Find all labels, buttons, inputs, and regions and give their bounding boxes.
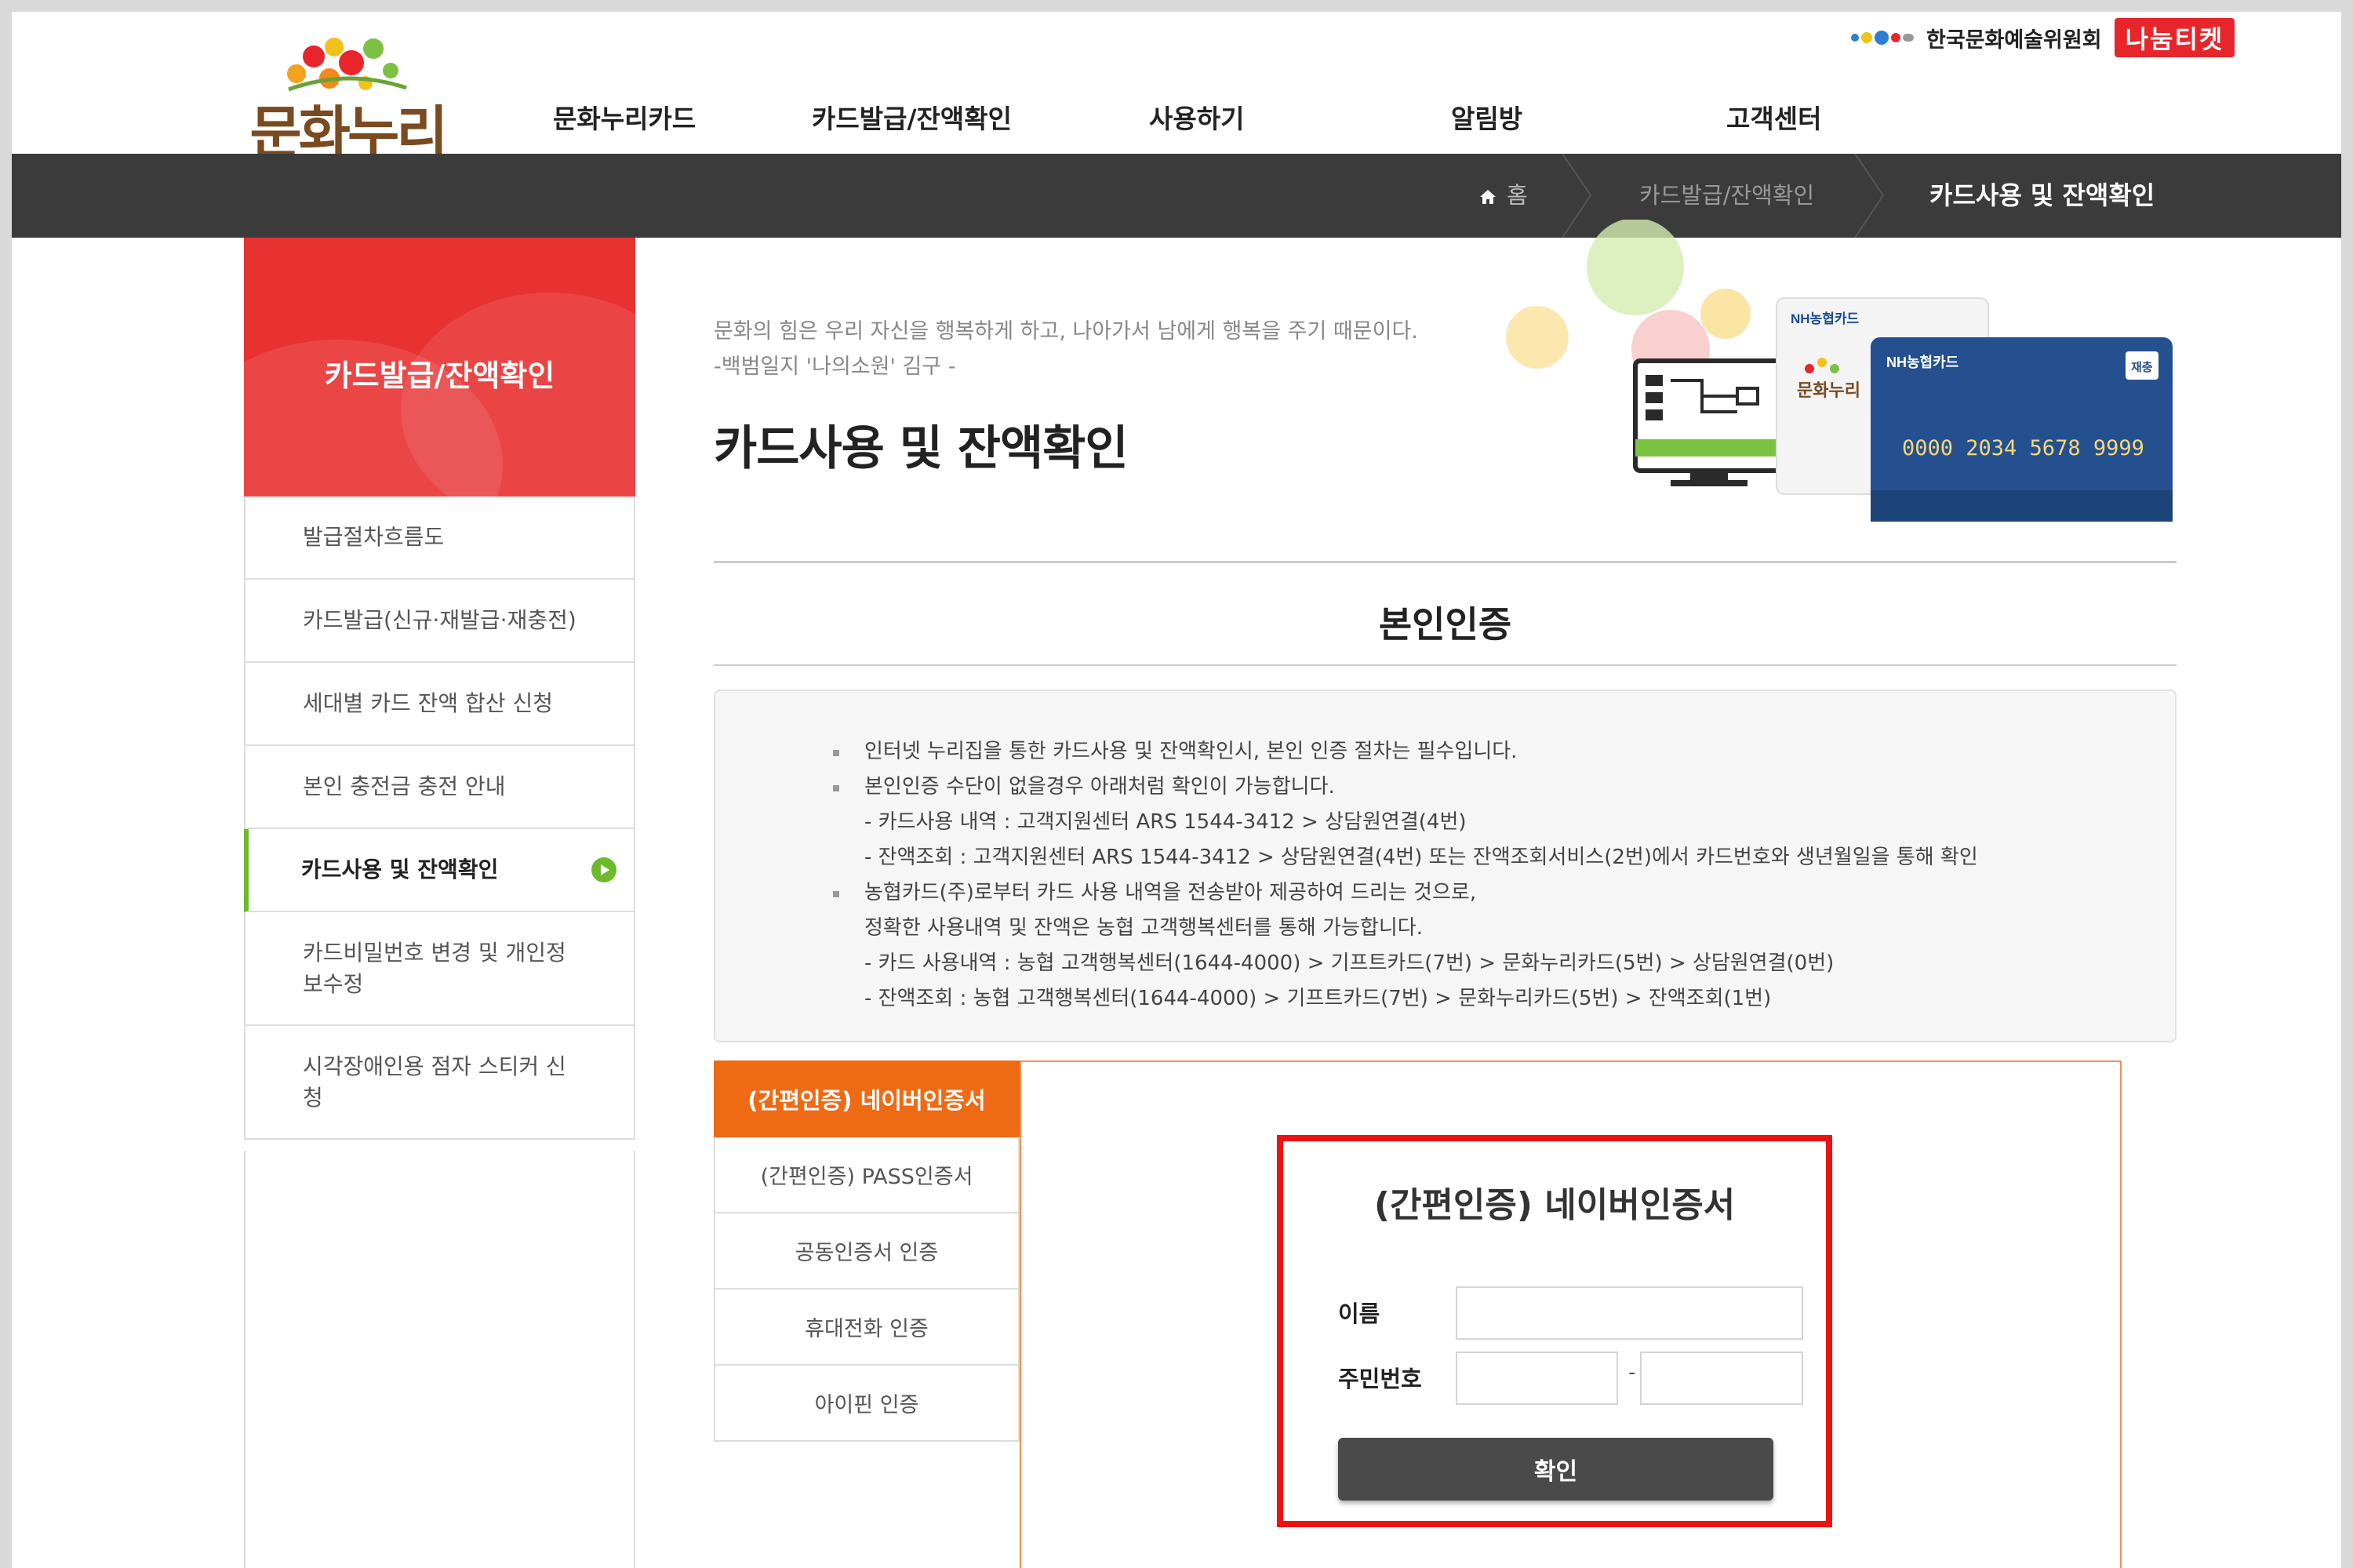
- card-brand: NH농협카드: [1886, 354, 1958, 370]
- bullet-icon: [833, 891, 839, 897]
- page: 문화누리 문화누리카드 카드발급/잔액확인 사용하기 알림방 고객센터 한국문화…: [12, 12, 2341, 1568]
- auth-method-tabs: (간편인증) 네이버인증서 (간편인증) PASS인증서 공동인증서 인증 휴대…: [714, 1060, 1020, 1442]
- sidebar-item-label: 카드발급(신규·재발급·재충전): [303, 607, 576, 633]
- home-icon[interactable]: [1478, 154, 1497, 238]
- divider: [714, 664, 2177, 666]
- sidebar-item-label: 시각장애인용 점자 스티커 신청: [303, 1053, 566, 1111]
- sidebar-item-label: 카드사용 및 잔액확인: [301, 857, 499, 882]
- bullet-icon: [833, 750, 839, 756]
- logo-fruit-icon: [287, 38, 407, 92]
- notice-line: - 카드사용 내역 : 고객지원센터 ARS 1544-3412 > 상담원연결…: [864, 810, 1467, 834]
- tab-joint-cert[interactable]: 공동인증서 인증: [714, 1213, 1020, 1290]
- notice-line: 인터넷 누리집을 통한 카드사용 및 잔액확인시, 본인 인증 절차는 필수입니…: [864, 740, 1518, 763]
- arts-council-logo-icon[interactable]: [1851, 31, 1914, 45]
- card-back-brand: NH농협카드: [1791, 311, 1859, 326]
- rrn-label: 주민번호: [1338, 1366, 1422, 1392]
- arrow-right-icon: [591, 857, 616, 882]
- sidebar-item-card-issue[interactable]: 카드발급(신규·재발급·재충전): [245, 580, 634, 663]
- card-tag: 재충: [2131, 360, 2153, 374]
- quote-text: 문화의 힘은 우리 자신을 행복하게 하고, 나아가서 남에게 행복을 주기 때…: [714, 319, 1418, 344]
- notice-line: - 잔액조회 : 고객지원센터 ARS 1544-3412 > 상담원연결(4번…: [864, 846, 1978, 869]
- sidebar-item-password-change[interactable]: 카드비밀번호 변경 및 개인정보수정: [245, 912, 634, 1026]
- nav-munhwanuri-card[interactable]: 문화누리카드: [553, 98, 696, 136]
- notice-line: 농협카드(주)로부터 카드 사용 내역을 전송받아 제공하여 드리는 것으로,: [864, 881, 1477, 904]
- tab-mobile-auth[interactable]: 휴대전화 인증: [714, 1290, 1020, 1366]
- section-title: 본인인증: [1378, 603, 1512, 646]
- tab-pass-cert[interactable]: (간편인증) PASS인증서: [714, 1137, 1020, 1213]
- naver-cert-form: (간편인증) 네이버인증서 이름 주민번호 - 확인: [1277, 1135, 1832, 1527]
- nav-notice[interactable]: 알림방: [1451, 98, 1522, 136]
- rrn-back-input[interactable]: [1640, 1352, 1803, 1405]
- header-illustration: NH농협카드 문화누리 NH농협카드 재충 0000 2034 5678 999…: [1502, 218, 2184, 526]
- card-number: 0000 2034 5678 9999: [1902, 436, 2144, 460]
- nav-customer-center[interactable]: 고객센터: [1726, 98, 1821, 136]
- notice-line: 본인인증 수단이 없을경우 아래처럼 확인이 가능합니다.: [864, 775, 1335, 799]
- tab-ipin-auth[interactable]: 아이핀 인증: [714, 1366, 1020, 1442]
- sidebar-item-household-balance[interactable]: 세대별 카드 잔액 합산 신청: [245, 663, 634, 746]
- sidebar-title: 카드발급/잔액확인: [324, 358, 555, 393]
- nav-card-issue-balance[interactable]: 카드발급/잔액확인: [812, 98, 1012, 136]
- sidebar-filler: [244, 1151, 635, 1568]
- nav-usage[interactable]: 사용하기: [1149, 98, 1244, 136]
- sidebar-item-label: 발급절차흐름도: [303, 524, 445, 550]
- sidebar-menu: 발급절차흐름도 카드발급(신규·재발급·재충전) 세대별 카드 잔액 합산 신청…: [244, 497, 635, 1140]
- notice-box: 인터넷 누리집을 통한 카드사용 및 잔액확인시, 본인 인증 절차는 필수입니…: [714, 689, 2177, 1042]
- divider: [714, 561, 2177, 563]
- rrn-front-input[interactable]: [1456, 1352, 1618, 1405]
- quote-source: -백범일지 '나의소원' 김구 -: [714, 355, 956, 379]
- sidebar-item-braille-sticker[interactable]: 시각장애인용 점자 스티커 신청: [245, 1026, 634, 1140]
- sidebar-header: 카드발급/잔액확인: [244, 238, 635, 497]
- card-illustration-icon: NH농협카드 문화누리 NH농협카드 재충 0000 2034 5678 999…: [1506, 218, 2173, 522]
- notice-line: - 잔액조회 : 농협 고객행복센터(1644-4000) > 기프트카드(7번…: [864, 987, 1772, 1010]
- notice-line: 정확한 사용내역 및 잔액은 농협 고객행복센터를 통해 가능합니다.: [864, 916, 1423, 940]
- site-logo[interactable]: 문화누리: [242, 25, 453, 166]
- card-back-logo: 문화누리: [1797, 381, 1860, 401]
- partner-links: 한국문화예술위원회 나눔티켓: [1851, 16, 2235, 59]
- name-input[interactable]: [1456, 1286, 1803, 1340]
- arts-council-label[interactable]: 한국문화예술위원회: [1926, 23, 2102, 53]
- sidebar-item-issue-flow[interactable]: 발급절차흐름도: [245, 497, 634, 580]
- notice-line: - 카드 사용내역 : 농협 고객행복센터(1644-4000) > 기프트카드…: [864, 951, 1835, 975]
- sidebar-item-usage-balance[interactable]: 카드사용 및 잔액확인: [244, 829, 634, 912]
- sidebar-item-label: 카드비밀번호 변경 및 개인정보수정: [303, 939, 566, 997]
- confirm-button[interactable]: 확인: [1338, 1438, 1773, 1501]
- nanum-ticket-badge[interactable]: 나눔티켓: [2114, 18, 2235, 57]
- page-title: 카드사용 및 잔액확인: [714, 421, 1129, 476]
- rrn-separator: -: [1628, 1361, 1636, 1384]
- bullet-icon: [833, 785, 839, 791]
- sidebar-item-label: 세대별 카드 잔액 합산 신청: [303, 690, 553, 716]
- sidebar-item-self-charge[interactable]: 본인 충전금 충전 안내: [245, 746, 634, 829]
- form-title: (간편인증) 네이버인증서: [1373, 1185, 1736, 1225]
- name-label: 이름: [1338, 1301, 1380, 1327]
- tab-naver-cert[interactable]: (간편인증) 네이버인증서: [714, 1060, 1020, 1137]
- sidebar-item-label: 본인 충전금 충전 안내: [303, 773, 506, 799]
